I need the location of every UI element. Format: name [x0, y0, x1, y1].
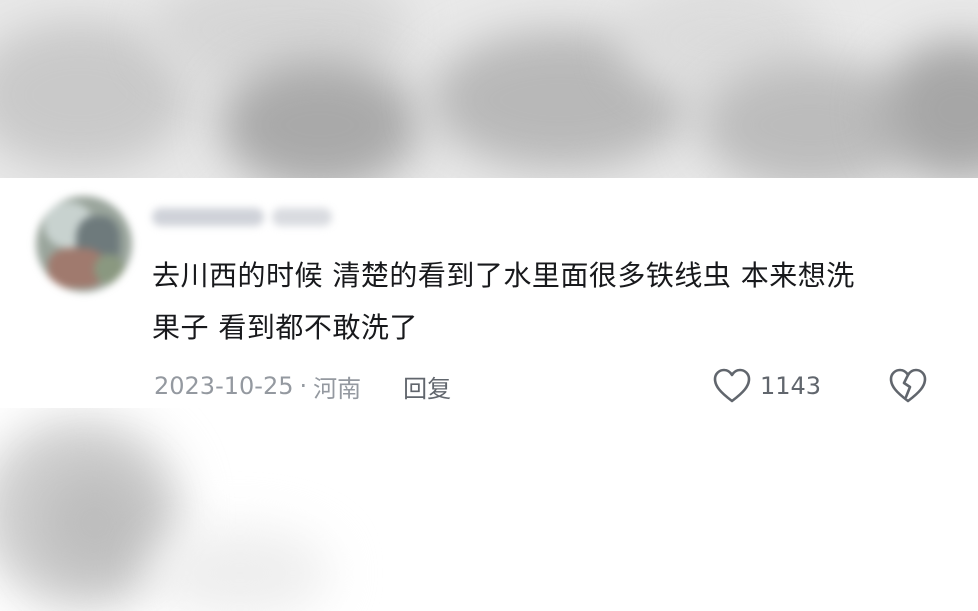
broken-heart-icon [889, 368, 927, 403]
like-button[interactable]: 1143 [712, 366, 821, 406]
blurred-previous-content [0, 0, 978, 178]
comment-location: 河南 [313, 374, 362, 403]
comment-text-line: 去川西的时候 清楚的看到了水里面很多铁线虫 本来想洗 [152, 259, 855, 292]
comment-screenshot: 去川西的时候 清楚的看到了水里面很多铁线虫 本来想洗 果子 看到都不敢洗了 20… [0, 0, 978, 611]
comment-text-line: 果子 看到都不敢洗了 [152, 311, 418, 344]
meta-separator: · [299, 372, 308, 400]
avatar[interactable] [36, 196, 132, 292]
like-count: 1143 [760, 372, 822, 400]
username-blurred[interactable] [152, 204, 332, 230]
heart-outline-icon [713, 368, 751, 403]
blurred-next-content [0, 408, 978, 611]
comment-meta: 2023-10-25 · 河南 回复 [154, 368, 451, 404]
comment-item: 去川西的时候 清楚的看到了水里面很多铁线虫 本来想洗 果子 看到都不敢洗了 20… [0, 178, 978, 408]
comment-text: 去川西的时候 清楚的看到了水里面很多铁线虫 本来想洗 果子 看到都不敢洗了 [152, 250, 952, 354]
dislike-button[interactable] [888, 366, 928, 406]
reply-button[interactable]: 回复 [403, 369, 451, 404]
comment-date: 2023-10-25 [154, 372, 294, 400]
